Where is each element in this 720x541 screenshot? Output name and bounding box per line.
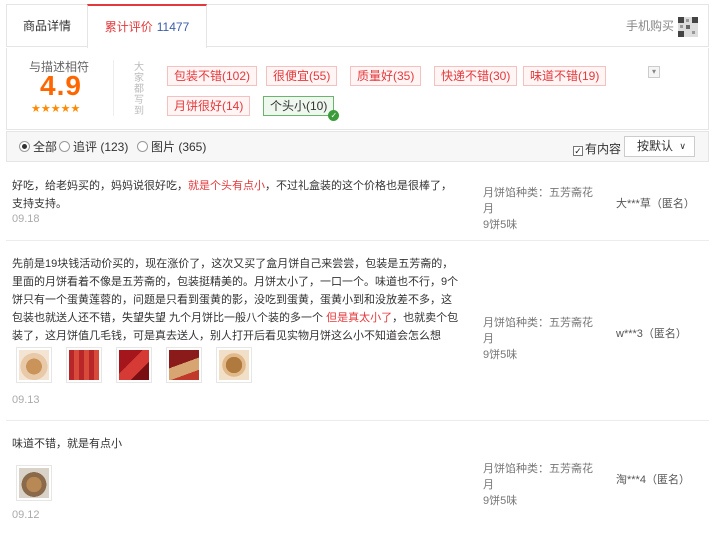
- sku-line: 月饼馅种类：五芳斋花月: [483, 187, 593, 215]
- summary-divider: [113, 60, 114, 116]
- tag-item[interactable]: 质量好(35): [350, 66, 422, 86]
- review-date: 09.13: [12, 394, 40, 406]
- review-photo-thumbnail[interactable]: [116, 347, 152, 383]
- review-date: 09.18: [12, 213, 40, 225]
- filter-append-label: 追评 (123): [73, 140, 129, 154]
- review-text: 先前是19块钱活动价买的，现在涨价了，这次又买了盒月饼自己来尝尝，包装是五芳斋的…: [12, 255, 462, 345]
- tag-item[interactable]: 很便宜(55): [266, 66, 338, 86]
- review-item: 先前是19块钱活动价买的，现在涨价了，这次又买了盒月饼自己来尝尝，包装是五芳斋的…: [6, 241, 709, 421]
- review-photo-thumbnail[interactable]: [216, 347, 252, 383]
- star-rating-icon: ★★★★★: [31, 103, 81, 115]
- tab-reviews-count: 11477: [156, 20, 190, 34]
- radio-icon: [137, 141, 148, 152]
- collapse-toggle-icon[interactable]: ▾: [648, 66, 660, 78]
- review-text-highlight: 但是真太小了: [326, 312, 393, 324]
- review-sku: 月饼馅种类：五芳斋花月 9饼5味: [483, 315, 603, 363]
- tag-item[interactable]: 月饼很好(14): [167, 96, 251, 116]
- review-sku: 月饼馅种类：五芳斋花月 9饼5味: [483, 461, 603, 509]
- tag-selected-label: 个头小(10): [270, 99, 328, 113]
- rating-summary: 与描述相符 4.9 ★★★★★ 大家都写到 包装不错(102) 很便宜(55) …: [6, 48, 709, 130]
- filter-all-label: 全部: [33, 140, 58, 154]
- review-photo-thumbnail[interactable]: [16, 465, 52, 501]
- review-item: 味道不错，就是有点小 09.12 月饼馅种类：五芳斋花月 9饼5味 淘***4（…: [6, 421, 709, 531]
- reviewer-name: 大***草（匿名）: [616, 198, 695, 210]
- score-value: 4.9: [40, 70, 82, 101]
- review-date: 09.12: [12, 509, 40, 521]
- mobile-buy-label: 手机购买: [625, 19, 674, 33]
- sort-dropdown[interactable]: 按默认 ∨: [624, 136, 695, 157]
- review-text: 味道不错，就是有点小: [12, 435, 462, 453]
- filter-append-radio[interactable]: 追评 (123): [59, 140, 128, 154]
- review-text-highlight: 就是个头有点小: [188, 180, 265, 192]
- filter-bar: 全部 追评 (123) 图片 (365) ✓ 有内容 按默认 ∨: [6, 131, 709, 162]
- reviewer-name: w***3（匿名）: [616, 328, 687, 340]
- tag-item-selected[interactable]: 个头小(10) ✓: [263, 96, 340, 121]
- filter-images-label: 图片 (365): [151, 140, 207, 154]
- sku-line: 9饼5味: [483, 349, 518, 361]
- dajia-label: 大家都写到: [134, 62, 144, 117]
- tag-item[interactable]: 味道不错(19): [523, 66, 607, 86]
- tag-item[interactable]: 包装不错(102): [167, 66, 258, 86]
- filter-images-radio[interactable]: 图片 (365): [137, 140, 206, 154]
- chevron-down-icon: ∨: [679, 141, 686, 151]
- qr-code-icon[interactable]: [678, 16, 698, 37]
- sku-line: 月饼馅种类：五芳斋花月: [483, 317, 593, 345]
- review-text-part: 好吃，给老妈买的，妈妈说很好吃，: [12, 180, 188, 192]
- has-content-label: 有内容: [585, 142, 622, 156]
- sku-line: 月饼馅种类：五芳斋花月: [483, 463, 593, 491]
- has-content-checkbox[interactable]: ✓ 有内容: [573, 140, 621, 157]
- tab-reviews-label: 累计评价: [104, 20, 153, 34]
- checkbox-checked-icon: ✓: [573, 146, 583, 156]
- tab-cumulative-reviews[interactable]: 累计评价 11477: [87, 4, 207, 48]
- filter-all-radio[interactable]: 全部: [19, 140, 57, 154]
- review-photo-thumbnail[interactable]: [166, 347, 202, 383]
- tab-bar: 商品详情 累计评价 11477 手机购买: [6, 4, 709, 48]
- review-photo-thumbnail[interactable]: [16, 347, 52, 383]
- radio-selected-icon: [19, 141, 30, 152]
- review-text: 好吃，给老妈买的，妈妈说很好吃，就是个头有点小，不过礼盒装的这个价格也是很棒了，…: [12, 177, 462, 213]
- tag-item[interactable]: 快递不错(30): [434, 66, 518, 86]
- checkmark-icon: ✓: [328, 110, 340, 121]
- sku-line: 9饼5味: [483, 219, 518, 231]
- review-sku: 月饼馅种类：五芳斋花月 9饼5味: [483, 185, 603, 233]
- mobile-buy-link[interactable]: 手机购买: [626, 13, 698, 39]
- review-text-part: 味道不错，就是有点小: [12, 438, 122, 450]
- reviewer-name: 淘***4（匿名）: [616, 474, 690, 486]
- sort-label: 按默认: [637, 139, 674, 153]
- sku-line: 9饼5味: [483, 495, 518, 507]
- tab-product-details[interactable]: 商品详情: [7, 5, 87, 47]
- radio-icon: [59, 141, 70, 152]
- review-item: 好吃，给老妈买的，妈妈说很好吃，就是个头有点小，不过礼盒装的这个价格也是很棒了，…: [6, 163, 709, 241]
- review-photo-thumbnail[interactable]: [66, 347, 102, 383]
